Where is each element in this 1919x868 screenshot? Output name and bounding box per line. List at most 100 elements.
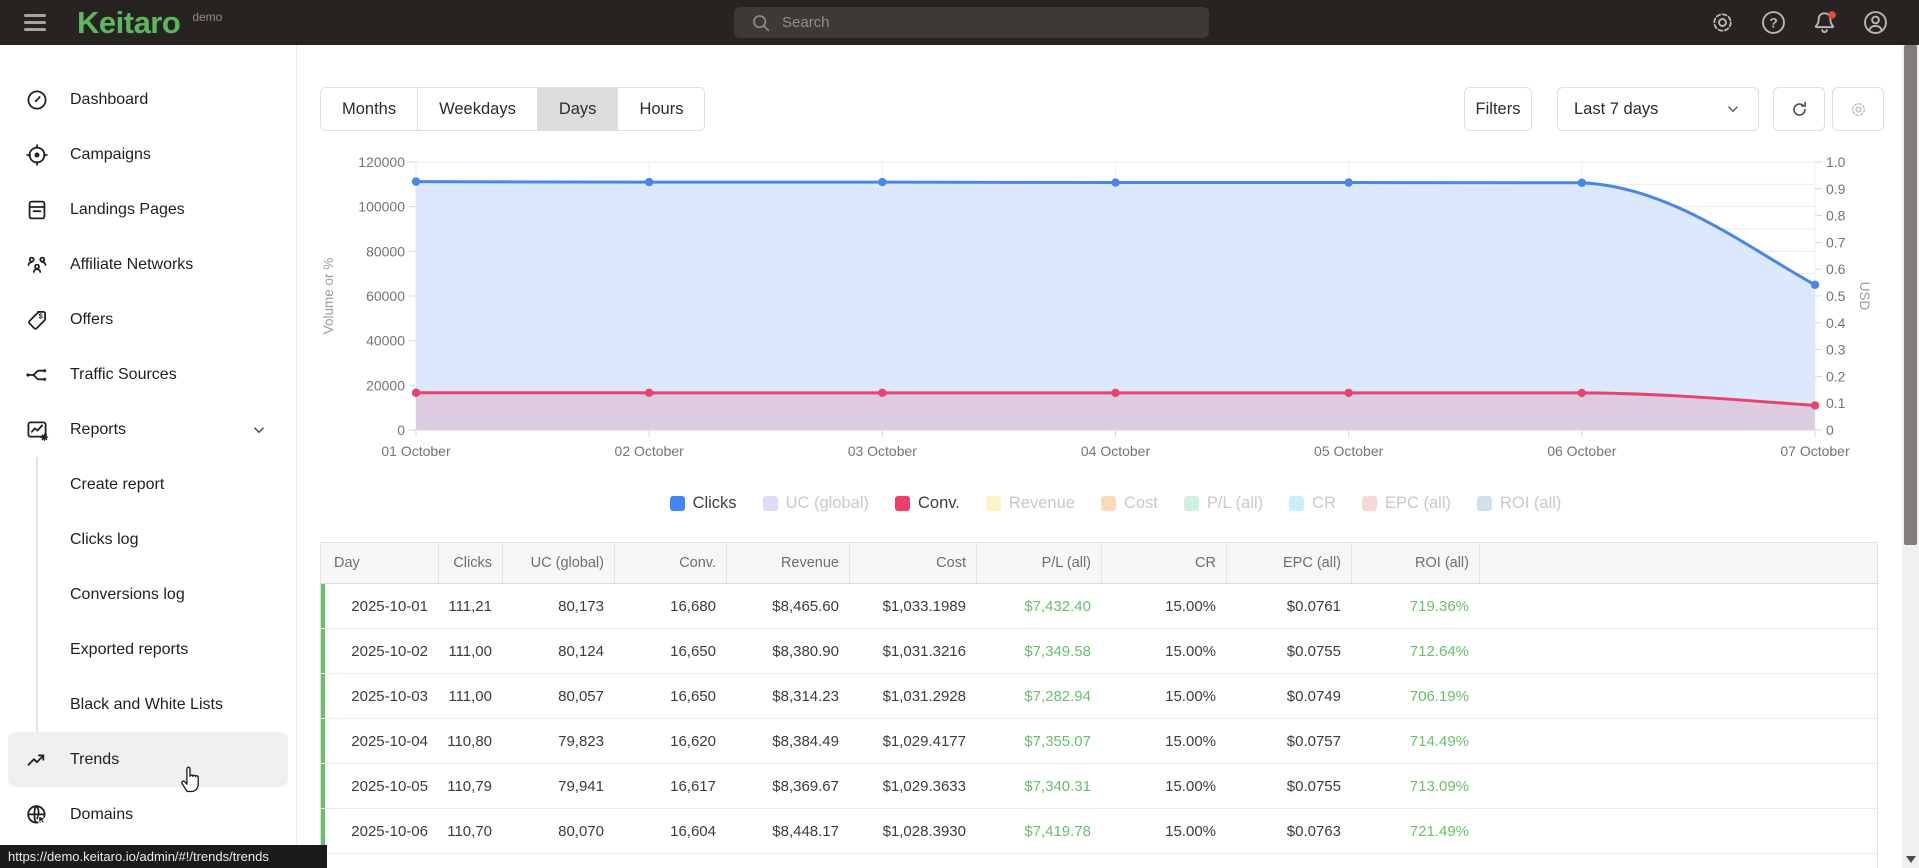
table-cell: $1,031.2928 <box>882 687 966 705</box>
sidebar-item-domains[interactable]: Domains <box>8 787 288 842</box>
table-cell: 721.49% <box>1409 822 1469 840</box>
tab-hours[interactable]: Hours <box>617 88 705 130</box>
sidebar-item-reports[interactable]: Reports <box>8 402 288 457</box>
tab-days[interactable]: Days <box>536 88 618 130</box>
legend-item-cost[interactable]: Cost <box>1100 494 1158 513</box>
table-cell: 110,79 <box>447 777 492 795</box>
legend-item-epc-all-[interactable]: EPC (all) <box>1362 494 1451 513</box>
filters-button[interactable]: Filters <box>1464 87 1532 131</box>
column-header-cost[interactable]: Cost <box>849 543 976 583</box>
series-point <box>1111 178 1120 187</box>
left-axis-title: Volume or % <box>321 258 336 335</box>
tab-months[interactable]: Months <box>321 88 418 130</box>
trends-table: Day Clicks UC (global) Conv. Revenue Cost P/L … <box>320 542 1878 868</box>
search-input[interactable] <box>782 14 1209 31</box>
table-cell: 2025-10-03 <box>351 687 428 705</box>
table-row: 2025-10-0765,3344,4776,449$4,430.04$617.… <box>321 854 1877 868</box>
legend-item-roi-all-[interactable]: ROI (all) <box>1477 494 1561 513</box>
left-axis-tick: 20000 <box>366 377 405 393</box>
table-row: 2025-10-05 110,79 79,941 16,617 $8,369.67 $1,… <box>321 764 1877 809</box>
table-cell: $8,380.90 <box>772 642 839 660</box>
sidebar-item-campaigns[interactable]: Campaigns <box>8 127 288 182</box>
page-scrollbar[interactable] <box>1902 45 1919 868</box>
x-axis-label: 03 October <box>848 443 918 459</box>
sidebar-item-clicks-log[interactable]: Clicks log <box>8 512 288 567</box>
legend-swatch <box>669 495 685 511</box>
legend-label: CR <box>1312 493 1336 512</box>
column-header-roi-all-[interactable]: ROI (all) <box>1351 543 1479 583</box>
sidebar-item-label: Trends <box>70 750 120 768</box>
table-cell: 15.00% <box>1101 854 1226 868</box>
table-cell: $7,355.07 <box>1024 732 1091 750</box>
help-button[interactable]: ? <box>1760 9 1787 36</box>
table-cell <box>1479 584 1875 628</box>
right-axis-tick: 0.1 <box>1826 395 1846 411</box>
pages-icon <box>28 200 46 219</box>
series-point <box>1577 388 1587 398</box>
column-header-p-l-all-[interactable]: P/L (all) <box>976 543 1101 583</box>
legend-item-clicks[interactable]: Clicks <box>669 494 737 513</box>
column-header-day[interactable]: Day <box>321 543 438 583</box>
legend-label: EPC (all) <box>1385 493 1452 512</box>
legend-item-p-l-all-[interactable]: P/L (all) <box>1183 494 1263 513</box>
table-cell: $4,430.04 <box>726 854 849 868</box>
table-cell: $1,031.3216 <box>882 642 966 660</box>
sidebar-item-exported-reports[interactable]: Exported reports <box>8 622 288 677</box>
bell-button[interactable] <box>1811 9 1838 36</box>
refresh-button[interactable] <box>1773 87 1825 131</box>
sidebar-item-conversions-log[interactable]: Conversions log <box>8 567 288 622</box>
column-header-conv-[interactable]: Conv. <box>614 543 726 583</box>
column-header-empty[interactable] <box>1479 543 1875 583</box>
sidebar-item-label: Black and White Lists <box>70 695 223 713</box>
globe-pointer-icon <box>27 804 46 824</box>
series-point <box>1577 178 1587 187</box>
globe-pointer-icon <box>25 803 49 827</box>
submenu-indent-line <box>36 457 38 732</box>
series-point <box>644 177 654 187</box>
global-search[interactable] <box>734 7 1209 38</box>
report-chart-icon <box>25 418 49 442</box>
chart-legend: Clicks UC (global) Conv. Revenue Cost P/L (al… <box>416 488 1815 518</box>
row-status-bar <box>321 719 325 763</box>
chart-settings-button[interactable] <box>1832 87 1884 131</box>
tab-weekdays[interactable]: Weekdays <box>417 88 537 130</box>
legend-swatch <box>762 495 778 511</box>
account-button[interactable] <box>1862 9 1889 36</box>
legend-item-revenue[interactable]: Revenue <box>985 494 1075 513</box>
sidebar-item-create-report[interactable]: Create report <box>8 457 288 512</box>
date-range-select[interactable]: Last 7 days <box>1557 87 1759 131</box>
sidebar-item-landings-pages[interactable]: Landings Pages <box>8 182 288 237</box>
column-header-cr[interactable]: CR <box>1101 543 1226 583</box>
sidebar-item-label: Exported reports <box>70 640 189 658</box>
sidebar-item-trends[interactable]: Trends <box>8 732 288 787</box>
right-axis-tick: 0.2 <box>1826 368 1846 384</box>
scrollbar-thumb[interactable] <box>1904 45 1917 545</box>
table-cell: 706.19% <box>1409 687 1469 705</box>
sidebar-item-dashboard[interactable]: Dashboard <box>8 72 288 127</box>
sidebar-item-offers[interactable]: $ Offers <box>8 292 288 347</box>
left-axis-tick: 40000 <box>366 333 405 349</box>
right-axis-tick: 0.7 <box>1826 234 1846 250</box>
legend-item-conv-[interactable]: Conv. <box>895 494 960 513</box>
sidebar-item-black-and-white-lists[interactable]: Black and White Lists <box>8 677 288 732</box>
table-cell: 80,124 <box>558 642 604 660</box>
series-point <box>1344 388 1353 398</box>
sidebar-item-label: Conversions log <box>70 585 185 603</box>
column-header-clicks[interactable]: Clicks <box>438 543 502 583</box>
table-cell: $7,349.58 <box>1024 642 1091 660</box>
column-header-epc-all-[interactable]: EPC (all) <box>1226 543 1351 583</box>
sidebar-item-traffic-sources[interactable]: Traffic Sources <box>8 347 288 402</box>
sidebar-item-affiliate-networks[interactable]: Affiliate Networks <box>8 237 288 292</box>
left-axis-tick: 100000 <box>358 199 405 215</box>
legend-item-uc-global-[interactable]: UC (global) <box>762 494 869 513</box>
legend-item-cr[interactable]: CR <box>1289 494 1336 513</box>
menu-toggle-icon[interactable] <box>24 14 46 31</box>
table-cell: 15.00% <box>1165 687 1216 705</box>
table-cell: 16,680 <box>670 597 716 615</box>
column-header-uc-global-[interactable]: UC (global) <box>502 543 614 583</box>
scrollbar-down-arrow-icon[interactable] <box>1905 856 1916 863</box>
column-header-revenue[interactable]: Revenue <box>726 543 849 583</box>
table-cell: 733.67% <box>1351 854 1479 868</box>
gear-icon <box>1713 13 1732 32</box>
gear-button[interactable] <box>1709 9 1736 36</box>
